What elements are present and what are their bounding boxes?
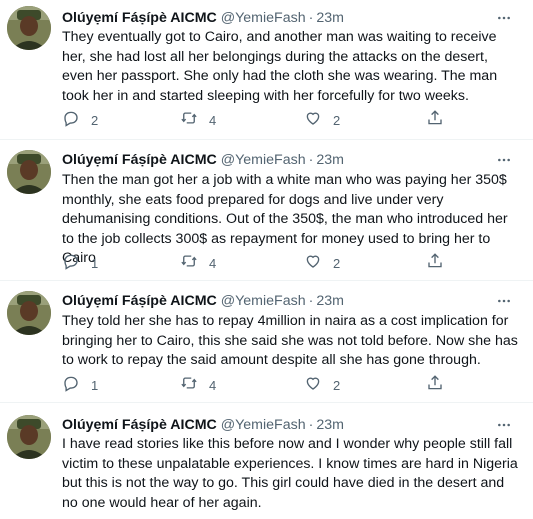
- more-icon[interactable]: [493, 7, 515, 29]
- tweet[interactable]: Olúyẹmí Fáṣípè AICMC @YemieFash · 23m They…: [0, 0, 533, 140]
- like-count: 2: [333, 255, 341, 271]
- share-icon: [426, 374, 444, 397]
- reply-count: 1: [91, 255, 99, 271]
- reply-count: 1: [91, 377, 99, 393]
- author-handle[interactable]: @YemieFash: [221, 417, 306, 433]
- tweet-header: Olúyẹmí Fáṣípè AICMC @YemieFash · 23m: [62, 9, 344, 27]
- tweet-text: I have read stories like this before now…: [62, 436, 518, 511]
- author-handle[interactable]: @YemieFash: [221, 293, 306, 309]
- tweet-thread: Olúyẹmí Fáṣípè AICMC @YemieFash · 23m They…: [0, 0, 533, 519]
- tweet[interactable]: Olúyẹmí Fáṣípè AICMC @YemieFash · 23m Then…: [0, 140, 533, 281]
- reply-button[interactable]: 1: [62, 253, 98, 273]
- like-count: 2: [333, 377, 341, 393]
- like-button[interactable]: 2: [304, 110, 340, 130]
- share-icon: [426, 252, 444, 275]
- author-name[interactable]: Olúyẹmí Fáṣípè AICMC: [62, 10, 217, 26]
- share-button[interactable]: [426, 109, 444, 132]
- reply-icon: [62, 109, 80, 132]
- more-icon[interactable]: [493, 290, 515, 312]
- like-icon: [304, 252, 322, 275]
- retweet-count: 4: [209, 255, 217, 271]
- separator: ·: [308, 293, 314, 309]
- tweet-text: They told her she has to repay 4million …: [62, 313, 518, 369]
- tweet-actions: 2 4 2: [62, 109, 462, 132]
- like-count: 2: [333, 112, 341, 128]
- author-name[interactable]: Olúyẹmí Fáṣípè AICMC: [62, 417, 217, 433]
- timestamp[interactable]: 23m: [316, 152, 344, 168]
- avatar[interactable]: [7, 415, 51, 459]
- share-button[interactable]: [426, 252, 444, 275]
- share-icon: [426, 109, 444, 132]
- tweet[interactable]: Olúyẹmí Fáṣípè AICMC @YemieFash · 23m I ha…: [0, 403, 533, 519]
- reply-icon: [62, 374, 80, 397]
- reply-button[interactable]: 1: [62, 375, 98, 395]
- more-icon[interactable]: [493, 414, 515, 436]
- tweet-header: Olúyẹmí Fáṣípè AICMC @YemieFash · 23m: [62, 416, 344, 434]
- retweet-icon: [180, 109, 198, 132]
- like-icon: [304, 374, 322, 397]
- avatar[interactable]: [7, 6, 51, 50]
- reply-count: 2: [91, 112, 99, 128]
- tweet-text: They eventually got to Cairo, and anothe…: [62, 29, 498, 104]
- like-icon: [304, 109, 322, 132]
- separator: ·: [308, 417, 314, 433]
- author-handle[interactable]: @YemieFash: [221, 10, 306, 26]
- share-button[interactable]: [426, 374, 444, 397]
- timestamp[interactable]: 23m: [316, 293, 344, 309]
- retweet-button[interactable]: 4: [180, 110, 216, 130]
- author-handle[interactable]: @YemieFash: [221, 152, 306, 168]
- retweet-icon: [180, 374, 198, 397]
- more-icon[interactable]: [493, 149, 515, 171]
- author-name[interactable]: Olúyẹmí Fáṣípè AICMC: [62, 293, 217, 309]
- retweet-count: 4: [209, 112, 217, 128]
- retweet-button[interactable]: 4: [180, 375, 216, 395]
- retweet-icon: [180, 252, 198, 275]
- separator: ·: [308, 10, 314, 26]
- timestamp[interactable]: 23m: [316, 10, 344, 26]
- tweet-header: Olúyẹmí Fáṣípè AICMC @YemieFash · 23m: [62, 292, 344, 310]
- like-button[interactable]: 2: [304, 253, 340, 273]
- reply-icon: [62, 252, 80, 275]
- retweet-count: 4: [209, 377, 217, 393]
- retweet-button[interactable]: 4: [180, 253, 216, 273]
- avatar[interactable]: [7, 291, 51, 335]
- tweet[interactable]: Olúyẹmí Fáṣípè AICMC @YemieFash · 23m They…: [0, 281, 533, 403]
- tweet-actions: 1 4 2: [62, 374, 462, 397]
- tweet-actions: 1 4 2: [62, 252, 462, 275]
- separator: ·: [308, 152, 314, 168]
- reply-button[interactable]: 2: [62, 110, 98, 130]
- tweet-header: Olúyẹmí Fáṣípè AICMC @YemieFash · 23m: [62, 151, 344, 169]
- avatar[interactable]: [7, 150, 51, 194]
- like-button[interactable]: 2: [304, 375, 340, 395]
- author-name[interactable]: Olúyẹmí Fáṣípè AICMC: [62, 152, 217, 168]
- timestamp[interactable]: 23m: [316, 417, 344, 433]
